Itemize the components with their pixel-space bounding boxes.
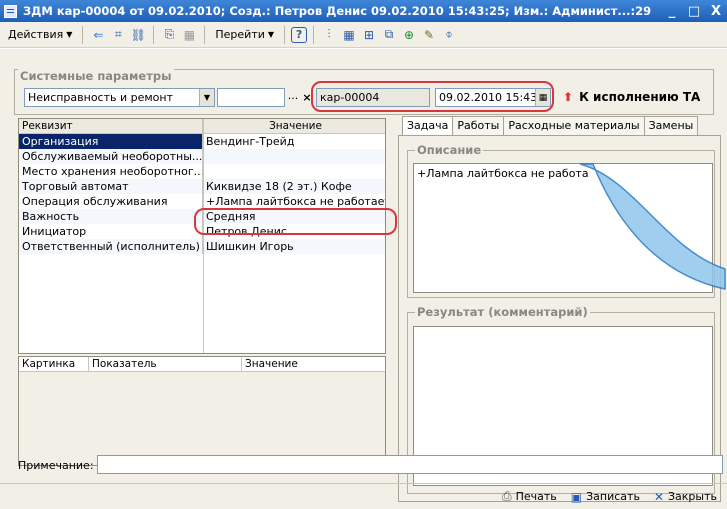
add-icon[interactable]: ⊕ bbox=[400, 26, 418, 44]
attribute-name: Торговый автомат bbox=[19, 179, 203, 194]
link-icon[interactable]: ⛓ bbox=[129, 26, 147, 44]
column-header-value[interactable]: Значение bbox=[242, 357, 385, 371]
extra-field[interactable] bbox=[217, 88, 285, 107]
close-button[interactable]: ✕ Закрыть bbox=[654, 490, 717, 504]
arrow-left-icon[interactable]: ⇐ bbox=[89, 26, 107, 44]
printer-icon: ⎙ bbox=[501, 489, 512, 503]
attribute-value: Киквидзе 18 (2 эт.) Кофе bbox=[206, 180, 352, 193]
close-window-button[interactable]: X bbox=[705, 4, 727, 19]
attribute-name: Важность bbox=[19, 209, 203, 224]
operation-kind-value: Неисправность и ремонт bbox=[28, 91, 174, 104]
title-bar: ЗДМ кар-00004 от 09.02.2010; Созд.: Петр… bbox=[0, 0, 727, 22]
copy-icon[interactable]: ⧉ bbox=[380, 26, 398, 44]
tab-task[interactable]: Задача bbox=[402, 116, 454, 137]
ellipsis-button[interactable]: ... bbox=[286, 89, 300, 106]
print-button[interactable]: ⎙ Печать bbox=[502, 489, 557, 504]
document-cancel-icon[interactable]: ▦ bbox=[180, 26, 198, 44]
status-arrow-icon: ⬆ bbox=[563, 90, 574, 104]
attribute-value bbox=[203, 149, 385, 164]
column-divider bbox=[203, 119, 204, 353]
form-body: Системные параметры Неисправность и ремо… bbox=[0, 49, 727, 509]
toolbar-divider bbox=[313, 25, 315, 44]
save-button[interactable]: ▣ Записать bbox=[571, 490, 640, 504]
document-move-icon[interactable]: ⎘ bbox=[160, 26, 178, 44]
attribute-value bbox=[203, 164, 385, 179]
highlight-oval bbox=[194, 208, 397, 235]
table-icon[interactable]: ⊞ bbox=[360, 26, 378, 44]
minimize-button[interactable]: _ bbox=[661, 4, 683, 19]
attributes-table-header: Реквизит Значение bbox=[19, 119, 385, 134]
maximize-button[interactable]: □ bbox=[683, 4, 705, 19]
attribute-name: Обслуживаемый необоротны... bbox=[19, 149, 203, 164]
column-header-value[interactable]: Значение bbox=[203, 119, 385, 133]
attribute-name: Место хранения необоротног... bbox=[19, 164, 203, 179]
toolbar: Действия ▼ ⇐ ⌗ ⛓ ⎘ ▦ Перейти ▼ ? ⫶ ▦ ⊞ ⧉… bbox=[0, 22, 727, 48]
actions-menu-label: Действия bbox=[8, 28, 64, 41]
toolbar-divider bbox=[204, 25, 206, 44]
result-legend: Результат (комментарий) bbox=[415, 305, 590, 319]
goto-menu[interactable]: Перейти ▼ bbox=[211, 25, 278, 45]
save-icon: ▣ bbox=[570, 489, 583, 504]
note-input[interactable] bbox=[97, 455, 723, 474]
table-row[interactable]: Организация Вендинг-Трейд bbox=[19, 134, 385, 149]
window-title: ЗДМ кар-00004 от 09.02.2010; Созд.: Петр… bbox=[23, 4, 652, 18]
goto-menu-label: Перейти bbox=[215, 28, 265, 41]
tab-replacements[interactable]: Замены bbox=[643, 116, 699, 136]
tab-strip: Задача Работы Расходные материалы Замены bbox=[402, 116, 699, 137]
column-header-attribute[interactable]: Реквизит bbox=[19, 119, 203, 133]
attributes-table: Реквизит Значение Организация Вендинг-Тр… bbox=[18, 118, 386, 354]
document-app-icon bbox=[4, 4, 17, 18]
chevron-down-icon: ▼ bbox=[66, 30, 73, 39]
attribute-name: Ответственный (исполнитель) bbox=[19, 239, 203, 254]
table-row[interactable]: Место хранения необоротног... bbox=[19, 164, 385, 179]
close-icon: ✕ bbox=[653, 489, 664, 504]
calendar-icon[interactable]: ▦ bbox=[340, 26, 358, 44]
pictures-table-header: Картинка Показатель Значение bbox=[19, 357, 385, 372]
table-row[interactable]: Торговый автомат Киквидзе 18 (2 эт.) Коф… bbox=[19, 179, 385, 194]
table-row[interactable]: Ответственный (исполнитель) Шишкин Игорь bbox=[19, 239, 385, 254]
table-row[interactable]: Обслуживаемый необоротны... bbox=[19, 149, 385, 164]
callout-arrow-icon bbox=[579, 163, 726, 290]
help-label: ? bbox=[295, 28, 303, 41]
tab-works[interactable]: Работы bbox=[452, 116, 505, 136]
table-row[interactable]: Операция обслуживания +Лампа лайтбокса н… bbox=[19, 194, 385, 209]
attribute-value: Шишкин Игорь bbox=[206, 240, 294, 253]
status-text: К исполнению ТА bbox=[579, 90, 701, 104]
attribute-value: Вендинг-Трейд bbox=[206, 135, 295, 148]
toolbar-divider bbox=[82, 25, 84, 44]
status-indicator: ⬆ К исполнению ТА bbox=[563, 90, 700, 104]
description-text: +Лампа лайтбокса не работа bbox=[417, 167, 589, 180]
chevron-down-icon: ▼ bbox=[267, 30, 275, 39]
print-label: Печать bbox=[515, 490, 557, 503]
highlight-oval bbox=[311, 81, 554, 112]
attribute-name: Организация bbox=[19, 134, 203, 149]
operation-kind-select[interactable]: Неисправность и ремонт ▼ bbox=[24, 88, 215, 107]
pictures-table: Картинка Показатель Значение bbox=[18, 356, 386, 466]
column-header-indicator[interactable]: Показатель bbox=[89, 357, 242, 371]
edit-icon[interactable]: ✎ bbox=[420, 26, 438, 44]
chevron-down-icon[interactable]: ▼ bbox=[199, 89, 214, 106]
attribute-name: Инициатор bbox=[19, 224, 203, 239]
system-params-legend: Системные параметры bbox=[18, 69, 174, 83]
actions-menu[interactable]: Действия ▼ bbox=[4, 25, 76, 45]
save-label: Записать bbox=[586, 490, 640, 503]
structure-icon[interactable]: ⌗ bbox=[109, 26, 127, 44]
toolbar-divider bbox=[153, 25, 155, 44]
column-header-picture[interactable]: Картинка bbox=[19, 357, 89, 371]
attribute-value: +Лампа лайтбокса не работает bbox=[206, 195, 385, 208]
structure-tree-icon[interactable]: ⫶ bbox=[320, 26, 338, 44]
help-button[interactable]: ? bbox=[291, 26, 308, 43]
ellipsis-label: ... bbox=[287, 89, 299, 102]
attribute-name: Операция обслуживания bbox=[19, 194, 203, 209]
attachment-icon[interactable]: ⌽ bbox=[440, 26, 458, 44]
tab-materials[interactable]: Расходные материалы bbox=[503, 116, 645, 136]
toolbar-divider bbox=[284, 25, 286, 44]
description-legend: Описание bbox=[415, 143, 484, 157]
note-label: Примечание: bbox=[18, 459, 94, 472]
bottom-button-bar: ⎙ Печать ▣ Записать ✕ Закрыть bbox=[0, 483, 727, 509]
close-label: Закрыть bbox=[668, 490, 717, 503]
